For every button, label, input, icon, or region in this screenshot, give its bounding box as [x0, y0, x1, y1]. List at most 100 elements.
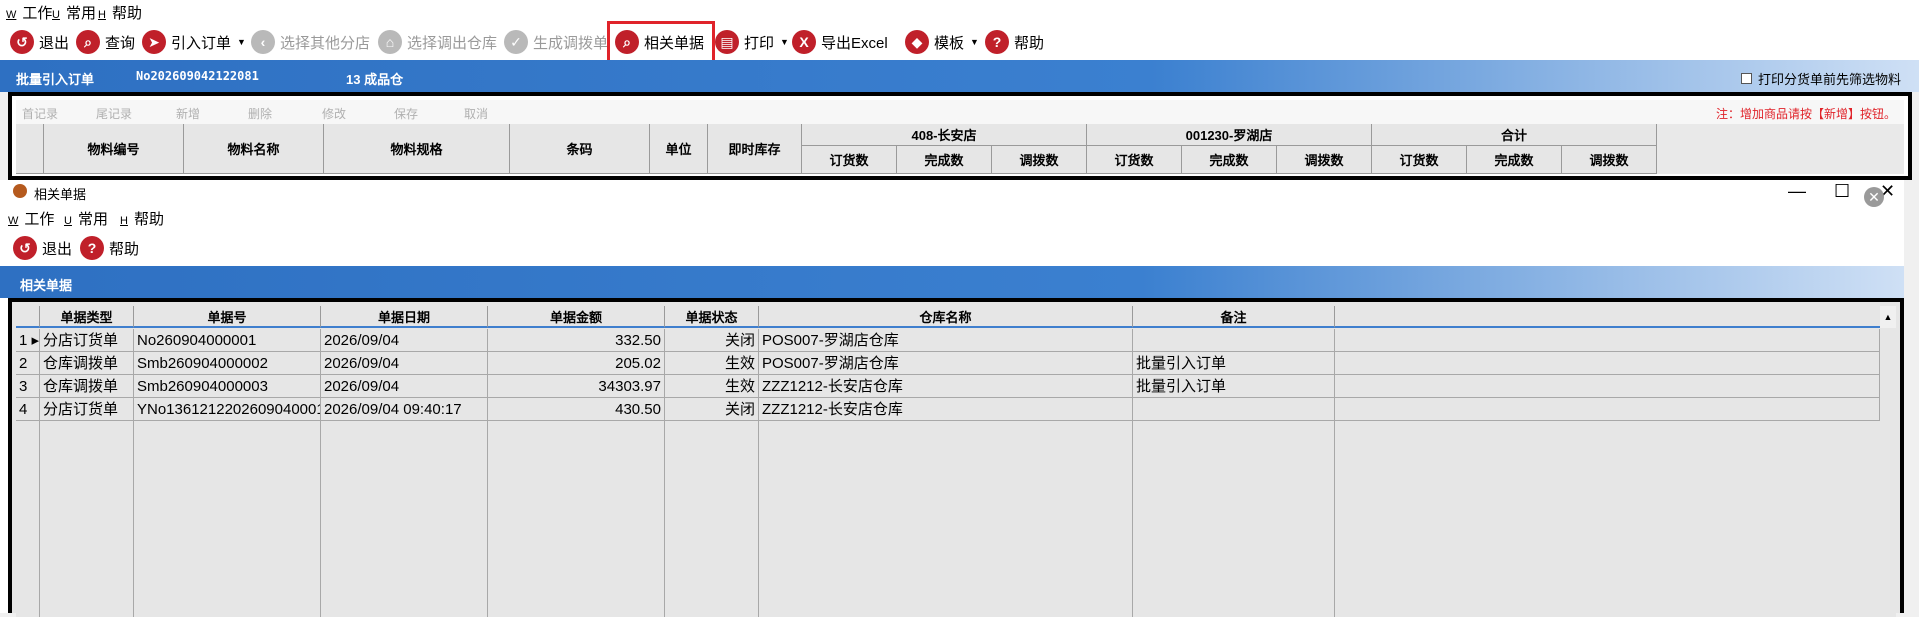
cell-doc-no[interactable]: YNo1361212202609040001	[134, 398, 321, 421]
cell-remark[interactable]	[1133, 398, 1335, 421]
exit-button[interactable]: ↺ 退出	[10, 28, 69, 56]
last-record-button[interactable]: 尾记录	[96, 105, 132, 122]
select-other-store-label: 选择其他分店	[280, 34, 371, 52]
cell-doc-type[interactable]: 分店订货单	[40, 329, 134, 352]
cell-doc-amount[interactable]: 332.50	[488, 329, 665, 352]
col-doc-status[interactable]: 单据状态	[665, 306, 759, 328]
cell-warehouse[interactable]: ZZZ1212-长安店仓库	[759, 375, 1133, 398]
child-exit-label: 退出	[42, 240, 73, 258]
cell-doc-date[interactable]: 2026/09/04	[321, 375, 488, 398]
cell-remark[interactable]: 批量引入订单	[1133, 375, 1335, 398]
cell-doc-no[interactable]: No260904000001	[134, 329, 321, 352]
child-menu-help[interactable]: H 帮助	[120, 208, 164, 229]
cell-warehouse[interactable]: ZZZ1212-长安店仓库	[759, 398, 1133, 421]
scroll-up-arrow-icon[interactable]: ▲	[1880, 306, 1896, 328]
col-total-transfer[interactable]: 调拨数	[1562, 146, 1657, 174]
close-circle-icon[interactable]: ✕	[1864, 187, 1884, 207]
col-stock[interactable]: 即时库存	[708, 124, 802, 174]
generate-transfer-button[interactable]: ✓ 生成调拨单	[504, 28, 608, 56]
print-filter-checkbox[interactable]: 打印分货单前先筛选物料	[1740, 69, 1901, 88]
menu-common[interactable]: U 常用	[52, 2, 96, 23]
cell-doc-date[interactable]: 2026/09/04	[321, 329, 488, 352]
col-item-spec[interactable]: 物料规格	[324, 124, 510, 174]
col-doc-type[interactable]: 单据类型	[40, 306, 134, 328]
cell-doc-type[interactable]: 分店订货单	[40, 398, 134, 421]
cell-doc-type[interactable]: 仓库调拨单	[40, 375, 134, 398]
menu-work[interactable]: W 工作	[6, 2, 52, 23]
print-button[interactable]: ▤ 打印 ▼	[715, 28, 789, 56]
col-doc-date[interactable]: 单据日期	[321, 306, 488, 328]
col-remark[interactable]: 备注	[1133, 306, 1335, 328]
select-other-store-button[interactable]: ‹ 选择其他分店	[251, 28, 370, 56]
child-menu-common[interactable]: U 常用	[64, 208, 108, 229]
table-row[interactable]: 3 仓库调拨单 Smb260904000003 2026/09/04 34303…	[16, 375, 1896, 398]
first-record-button[interactable]: 首记录	[22, 105, 58, 122]
cell-remark[interactable]	[1133, 329, 1335, 352]
export-excel-label: 导出Excel	[821, 34, 888, 52]
col-store1-order[interactable]: 订货数	[802, 146, 897, 174]
cancel-button[interactable]: 取消	[464, 105, 488, 122]
import-order-button[interactable]: ➤ 引入订单 ▼	[142, 28, 246, 56]
modify-button[interactable]: 修改	[322, 105, 346, 122]
col-item-code[interactable]: 物料编号	[44, 124, 184, 174]
col-unit[interactable]: 单位	[650, 124, 708, 174]
cell-doc-no[interactable]: Smb260904000002	[134, 352, 321, 375]
query-label: 查询	[105, 34, 136, 52]
table-row[interactable]: 2 仓库调拨单 Smb260904000002 2026/09/04 205.0…	[16, 352, 1896, 375]
col-item-name[interactable]: 物料名称	[184, 124, 324, 174]
cell-doc-date[interactable]: 2026/09/04 09:40:17	[321, 398, 488, 421]
cell-warehouse[interactable]: POS007-罗湖店仓库	[759, 352, 1133, 375]
template-button[interactable]: ◆ 模板 ▼	[905, 28, 979, 56]
col-store2-order[interactable]: 订货数	[1087, 146, 1182, 174]
maximize-button[interactable]: ☐	[1834, 181, 1850, 202]
cell-doc-status[interactable]: 关闭	[665, 398, 759, 421]
grid-line	[487, 421, 488, 617]
checkbox-box[interactable]	[1740, 73, 1752, 84]
col-warehouse[interactable]: 仓库名称	[759, 306, 1133, 328]
col-barcode[interactable]: 条码	[510, 124, 650, 174]
query-button[interactable]: ⌕ 查询	[76, 28, 135, 56]
cell-doc-status[interactable]: 生效	[665, 352, 759, 375]
col-store1-done[interactable]: 完成数	[897, 146, 992, 174]
menu-help[interactable]: H 帮助	[98, 2, 142, 23]
main-banner: 批量引入订单 No202609042122081 13 成品仓 打印分货单前先筛…	[0, 60, 1919, 92]
cell-remark[interactable]: 批量引入订单	[1133, 352, 1335, 375]
add-button[interactable]: 新增	[176, 105, 200, 122]
col-store2-transfer[interactable]: 调拨数	[1277, 146, 1372, 174]
search-icon: ⌕	[76, 30, 100, 54]
delete-button[interactable]: 删除	[248, 105, 272, 122]
save-button[interactable]: 保存	[394, 105, 418, 122]
table-row[interactable]: 1 ▸ 分店订货单 No260904000001 2026/09/04 332.…	[16, 329, 1896, 352]
child-exit-button[interactable]: ↺ 退出	[13, 234, 72, 262]
current-row-arrow-icon: ▸	[27, 332, 40, 349]
chevron-down-icon: ▼	[780, 37, 789, 47]
print-filter-label: 打印分货单前先筛选物料	[1757, 72, 1901, 87]
cell-doc-status[interactable]: 关闭	[665, 329, 759, 352]
select-out-warehouse-button[interactable]: ⌂ 选择调出仓库	[378, 28, 497, 56]
excel-icon: X	[792, 30, 816, 54]
import-order-label: 引入订单	[171, 34, 232, 52]
cell-doc-amount[interactable]: 34303.97	[488, 375, 665, 398]
cell-doc-date[interactable]: 2026/09/04	[321, 352, 488, 375]
cell-filler	[1335, 375, 1880, 398]
cell-filler	[1335, 398, 1880, 421]
col-doc-amount[interactable]: 单据金额	[488, 306, 665, 328]
child-menu-work[interactable]: W 工作	[8, 208, 54, 229]
child-help-button[interactable]: ? 帮助	[80, 234, 139, 262]
help-button[interactable]: ? 帮助	[985, 28, 1044, 56]
col-store2-done[interactable]: 完成数	[1182, 146, 1277, 174]
col-total-order[interactable]: 订货数	[1372, 146, 1467, 174]
col-doc-no[interactable]: 单据号	[134, 306, 321, 328]
cell-doc-amount[interactable]: 205.02	[488, 352, 665, 375]
printer-icon: ▤	[715, 30, 739, 54]
minimize-button[interactable]: —	[1788, 181, 1806, 202]
cell-doc-status[interactable]: 生效	[665, 375, 759, 398]
cell-warehouse[interactable]: POS007-罗湖店仓库	[759, 329, 1133, 352]
export-excel-button[interactable]: X 导出Excel	[792, 28, 888, 56]
col-store1-transfer[interactable]: 调拨数	[992, 146, 1087, 174]
cell-doc-type[interactable]: 仓库调拨单	[40, 352, 134, 375]
cell-doc-no[interactable]: Smb260904000003	[134, 375, 321, 398]
col-total-done[interactable]: 完成数	[1467, 146, 1562, 174]
cell-doc-amount[interactable]: 430.50	[488, 398, 665, 421]
table-row[interactable]: 4 分店订货单 YNo1361212202609040001 2026/09/0…	[16, 398, 1896, 421]
